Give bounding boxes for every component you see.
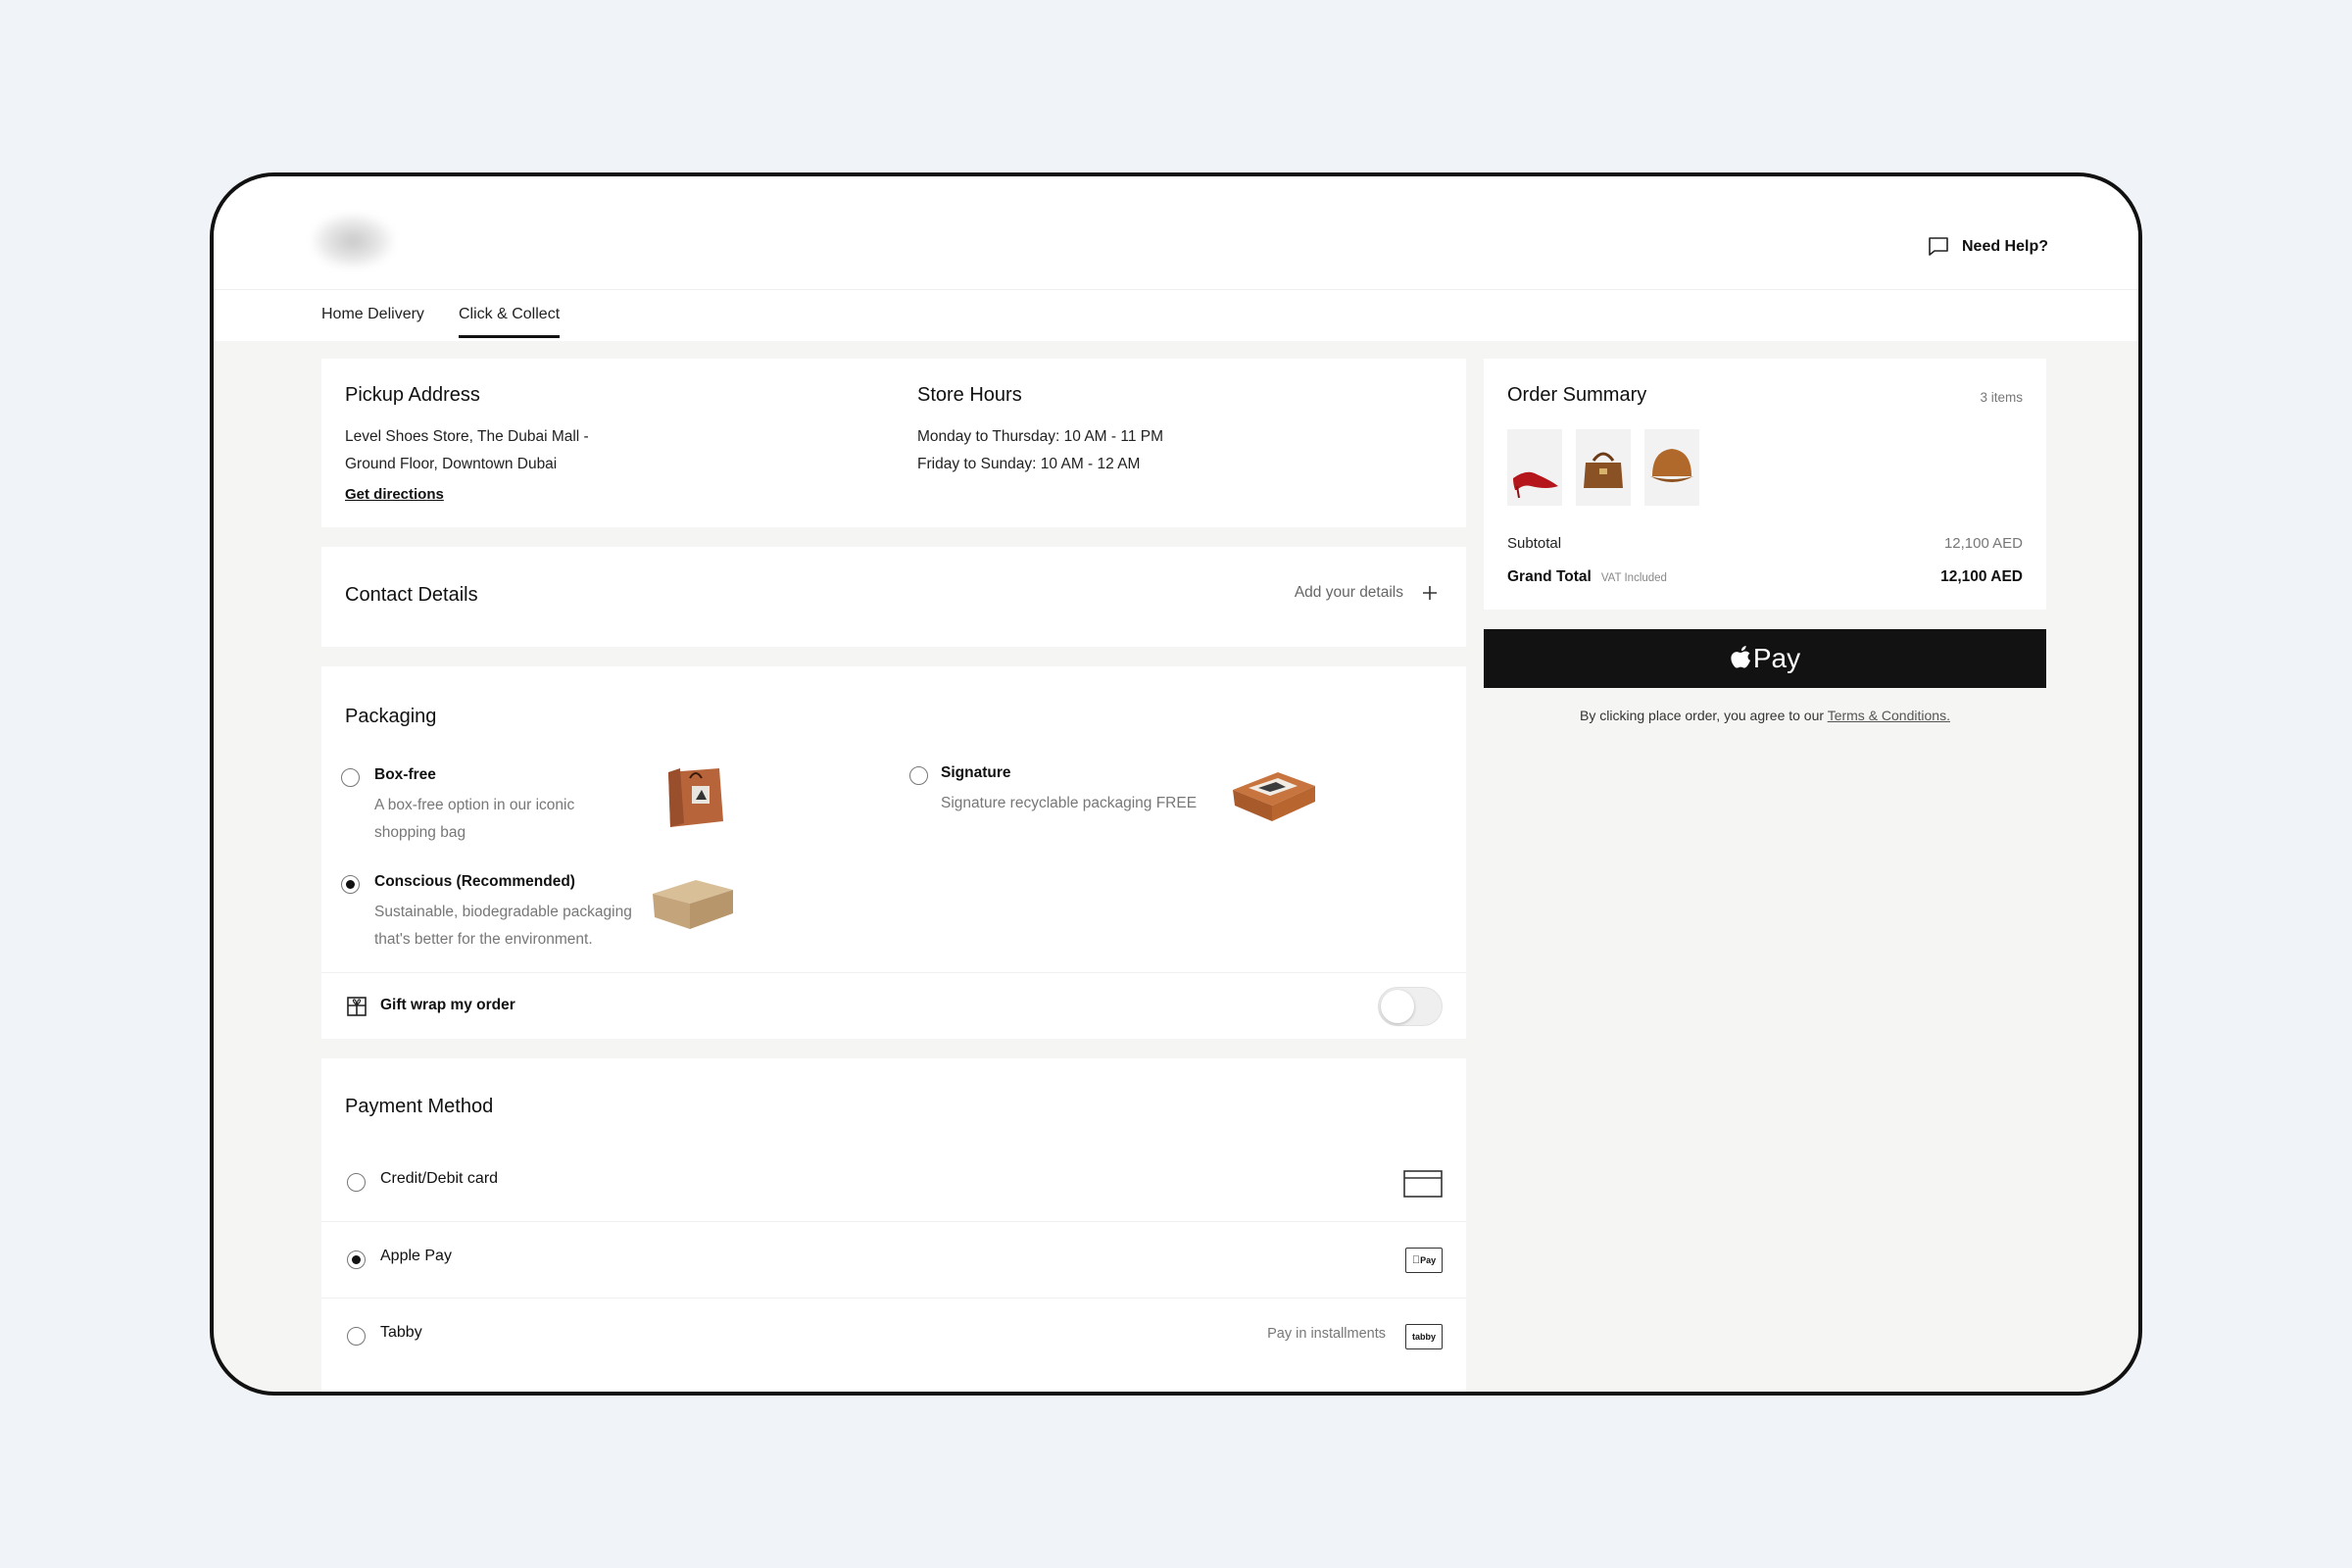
subtotal-value: 12,100 AED <box>1943 535 2023 552</box>
pickup-card: Pickup Address Level Shoes Store, The Du… <box>321 359 1466 527</box>
store-hours-title: Store Hours <box>917 384 1022 406</box>
conscious-title: Conscious (Recommended) <box>374 873 575 890</box>
conscious-desc-2: that's better for the environment. <box>374 931 593 948</box>
terms-prefix: By clicking place order, you agree to ou… <box>1580 708 1825 723</box>
chat-icon <box>1929 237 1948 256</box>
apple-pay-button[interactable]: Pay <box>1484 629 2046 688</box>
gift-wrap-label: Gift wrap my order <box>380 997 515 1013</box>
payment-card: Payment Method Credit/Debit card Apple P… <box>321 1058 1466 1392</box>
pickup-address-line2: Ground Floor, Downtown Dubai <box>345 456 558 472</box>
gift-wrap-row[interactable]: Gift wrap my order <box>321 972 1466 1039</box>
shopping-bag-image <box>668 768 723 827</box>
top-bar: Need Help? <box>214 176 2138 290</box>
order-summary-card: Order Summary 3 items Subtotal 12,100 AE… <box>1484 359 2046 610</box>
credit-card-icon <box>1403 1170 1443 1198</box>
red-heel-shoe-image <box>1513 471 1558 499</box>
gift-wrap-toggle[interactable] <box>1378 987 1443 1026</box>
item-thumb-shoe[interactable] <box>1507 429 1562 506</box>
apple-pay-radio[interactable] <box>347 1250 366 1269</box>
terms-text: By clicking place order, you agree to ou… <box>1484 708 2046 723</box>
signature-desc: Signature recyclable packaging FREE <box>941 795 1198 811</box>
subtotal-label: Subtotal <box>1507 535 1562 552</box>
box-free-title: Box-free <box>374 766 436 783</box>
item-thumb-bag[interactable] <box>1576 429 1631 506</box>
get-directions-link[interactable]: Get directions <box>345 486 444 503</box>
grand-total-value: 12,100 AED <box>1940 568 2023 585</box>
tabby-label: Tabby <box>380 1324 422 1341</box>
conscious-radio[interactable] <box>341 875 360 894</box>
payment-row-card[interactable]: Credit/Debit card <box>321 1145 1466 1221</box>
brand-logo[interactable] <box>312 214 394 269</box>
box-free-radio[interactable] <box>341 768 360 787</box>
credit-card-radio[interactable] <box>347 1173 366 1192</box>
signature-title: Signature <box>941 764 1011 781</box>
grand-total-label-group: Grand Total VAT Included <box>1507 568 1667 586</box>
vat-note: VAT Included <box>1600 572 1667 584</box>
packaging-card: Packaging Box-free A box-free option in … <box>321 666 1466 1039</box>
credit-card-label: Credit/Debit card <box>380 1170 499 1187</box>
tab-home-delivery[interactable]: Home Delivery <box>321 306 424 335</box>
item-thumb-cap[interactable] <box>1644 429 1699 506</box>
need-help-label: Need Help? <box>1961 238 2048 255</box>
apple-pay-button-label: Pay <box>1752 643 1801 673</box>
apple-pay-label: Apple Pay <box>380 1248 452 1264</box>
add-details-button[interactable]: Add your details <box>1295 584 1439 602</box>
plus-icon <box>1423 586 1437 600</box>
item-count: 3 items <box>1980 390 2023 405</box>
pickup-address-title: Pickup Address <box>345 384 480 406</box>
delivery-tabs: Home Delivery Click & Collect <box>214 290 2138 341</box>
apple-pay-icon: Pay <box>1405 1248 1443 1273</box>
apple-logo-icon <box>1731 646 1750 668</box>
brown-handbag-image <box>1584 452 1623 488</box>
add-details-label: Add your details <box>1294 584 1403 601</box>
tabby-radio[interactable] <box>347 1327 366 1346</box>
signature-box-image <box>1233 772 1315 821</box>
brown-cap-image <box>1650 449 1693 482</box>
box-free-desc-1: A box-free option in our iconic <box>374 797 575 813</box>
toggle-knob <box>1381 990 1414 1023</box>
gift-icon <box>347 997 367 1016</box>
payment-row-tabby[interactable]: Tabby Pay in installments tabby <box>321 1298 1466 1374</box>
box-free-desc-2: shopping bag <box>374 824 466 841</box>
conscious-box-image <box>653 880 733 929</box>
payment-method-title: Payment Method <box>345 1096 494 1117</box>
signature-radio[interactable] <box>909 766 928 785</box>
tabby-icon: tabby <box>1405 1324 1443 1349</box>
grand-total-label: Grand Total <box>1507 568 1592 585</box>
tablet-frame: Need Help? Home Delivery Click & Collect… <box>210 172 2142 1396</box>
store-hours-weekend: Friday to Sunday: 10 AM - 12 AM <box>917 456 1141 472</box>
terms-link[interactable]: Terms & Conditions. <box>1828 708 1950 723</box>
order-summary-title: Order Summary <box>1507 384 1647 406</box>
packaging-title: Packaging <box>345 706 437 727</box>
store-hours-weekdays: Monday to Thursday: 10 AM - 11 PM <box>917 428 1163 445</box>
tabby-note: Pay in installments <box>1267 1326 1386 1342</box>
conscious-desc-1: Sustainable, biodegradable packaging <box>374 904 632 920</box>
tab-click-collect[interactable]: Click & Collect <box>459 306 561 338</box>
payment-row-apple-pay[interactable]: Apple Pay Pay <box>321 1221 1466 1298</box>
pickup-address-line1: Level Shoes Store, The Dubai Mall - <box>345 428 589 445</box>
contact-card[interactable]: Contact Details Add your details <box>321 547 1466 647</box>
apple-pay-icon-text: Pay <box>1415 1255 1436 1265</box>
need-help-button[interactable]: Need Help? <box>1927 235 2048 259</box>
contact-details-title: Contact Details <box>345 584 478 606</box>
